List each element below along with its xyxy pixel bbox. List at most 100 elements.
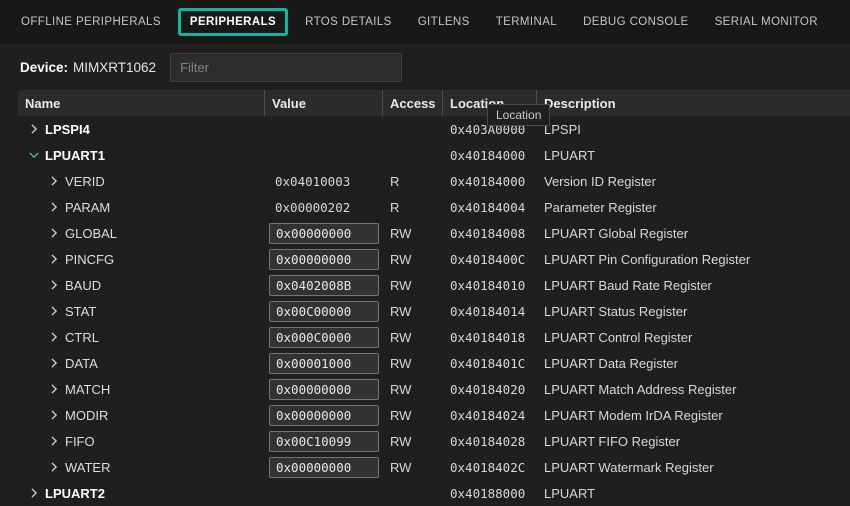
tab-rtos-details[interactable]: RTOS DETAILS [292, 8, 405, 36]
location-cell: 0x40184014 [443, 304, 537, 319]
value-cell: 0x00000000 [265, 249, 383, 270]
value-input[interactable]: 0x00C10099 [269, 431, 379, 452]
register-row[interactable]: BAUD 0x0402008B RW 0x40184010 LPUART Bau… [18, 272, 850, 298]
value-cell: 0x00C00000 [265, 301, 383, 322]
table-header: Name Value Access Location Description [18, 90, 850, 116]
register-row[interactable]: LPSPI4 0x403A0000 LPSPI [18, 116, 850, 142]
tab-debug-console[interactable]: DEBUG CONSOLE [570, 8, 702, 36]
column-header-access[interactable]: Access [383, 90, 443, 116]
register-row[interactable]: MATCH 0x00000000 RW 0x40184020 LPUART Ma… [18, 376, 850, 402]
access-cell: R [383, 200, 443, 215]
value-input[interactable]: 0x00000000 [269, 405, 379, 426]
value-input[interactable]: 0x00000000 [269, 379, 379, 400]
chevron-right-icon[interactable] [46, 251, 62, 267]
register-name: LPUART2 [45, 486, 105, 501]
location-cell: 0x40184018 [443, 330, 537, 345]
register-row[interactable]: PINCFG 0x00000000 RW 0x4018400C LPUART P… [18, 246, 850, 272]
register-name: GLOBAL [65, 226, 117, 241]
location-cell: 0x40188000 [443, 486, 537, 501]
register-row[interactable]: STAT 0x00C00000 RW 0x40184014 LPUART Sta… [18, 298, 850, 324]
chevron-right-icon[interactable] [26, 121, 42, 137]
register-row[interactable]: MODIR 0x00000000 RW 0x40184024 LPUART Mo… [18, 402, 850, 428]
register-name: CTRL [65, 330, 99, 345]
description-cell: LPSPI [537, 122, 850, 137]
description-cell: LPUART [537, 148, 850, 163]
chevron-right-icon[interactable] [46, 225, 62, 241]
chevron-right-icon[interactable] [46, 199, 62, 215]
register-row[interactable]: FIFO 0x00C10099 RW 0x40184028 LPUART FIF… [18, 428, 850, 454]
register-name: LPSPI4 [45, 122, 90, 137]
tab-serial-monitor[interactable]: SERIAL MONITOR [702, 8, 831, 36]
chevron-right-icon[interactable] [26, 485, 42, 501]
value-cell: 0x00000000 [265, 457, 383, 478]
register-row[interactable]: DATA 0x00001000 RW 0x4018401C LPUART Dat… [18, 350, 850, 376]
value-input[interactable]: 0x00C00000 [269, 301, 379, 322]
value-input[interactable]: 0x000C0000 [269, 327, 379, 348]
description-cell: LPUART Modem IrDA Register [537, 408, 850, 423]
register-row[interactable]: CTRL 0x000C0000 RW 0x40184018 LPUART Con… [18, 324, 850, 350]
filter-input[interactable] [170, 53, 402, 82]
chevron-right-icon[interactable] [46, 277, 62, 293]
tab-offline-peripherals[interactable]: OFFLINE PERIPHERALS [8, 8, 174, 36]
register-name: DATA [65, 356, 98, 371]
chevron-right-icon[interactable] [46, 355, 62, 371]
panel-tab-bar: OFFLINE PERIPHERALS PERIPHERALS RTOS DET… [0, 0, 850, 44]
description-cell: LPUART Match Address Register [537, 382, 850, 397]
column-header-value[interactable]: Value [265, 90, 383, 116]
register-name: VERID [65, 174, 105, 189]
register-row[interactable]: WATER 0x00000000 RW 0x4018402C LPUART Wa… [18, 454, 850, 480]
location-tooltip: Location [487, 104, 550, 126]
value-cell: 0x00000202 [265, 200, 383, 215]
description-cell: LPUART Watermark Register [537, 460, 850, 475]
description-cell: LPUART Status Register [537, 304, 850, 319]
register-name: MODIR [65, 408, 108, 423]
access-cell: RW [383, 382, 443, 397]
tab-terminal[interactable]: TERMINAL [483, 8, 570, 36]
chevron-right-icon[interactable] [46, 433, 62, 449]
location-cell: 0x40184008 [443, 226, 537, 241]
value-input[interactable]: 0x00000000 [269, 457, 379, 478]
register-row[interactable]: PARAM 0x00000202 R 0x40184004 Parameter … [18, 194, 850, 220]
table-body: LPSPI4 0x403A0000 LPSPI LPUART1 0x401840… [18, 116, 850, 506]
register-row[interactable]: GLOBAL 0x00000000 RW 0x40184008 LPUART G… [18, 220, 850, 246]
register-name: WATER [65, 460, 111, 475]
chevron-right-icon[interactable] [46, 329, 62, 345]
register-name: LPUART1 [45, 148, 105, 163]
column-header-name[interactable]: Name [18, 90, 265, 116]
register-table: Name Value Access Location Description L… [18, 90, 850, 506]
register-name: PARAM [65, 200, 110, 215]
chevron-right-icon[interactable] [46, 459, 62, 475]
register-name: BAUD [65, 278, 101, 293]
device-toolbar: Device: MIMXRT1062 [0, 44, 850, 90]
chevron-right-icon[interactable] [46, 173, 62, 189]
access-cell: RW [383, 304, 443, 319]
value-cell: 0x00001000 [265, 353, 383, 374]
tab-gitlens[interactable]: GITLENS [405, 8, 483, 36]
chevron-down-icon[interactable] [26, 147, 42, 163]
access-cell: RW [383, 408, 443, 423]
location-cell: 0x40184000 [443, 148, 537, 163]
location-cell: 0x40184024 [443, 408, 537, 423]
chevron-right-icon[interactable] [46, 407, 62, 423]
value-input[interactable]: 0x00000000 [269, 249, 379, 270]
access-cell: RW [383, 226, 443, 241]
access-cell: RW [383, 356, 443, 371]
chevron-right-icon[interactable] [46, 381, 62, 397]
column-header-description[interactable]: Description [537, 90, 850, 116]
value-cell: 0x00C10099 [265, 431, 383, 452]
register-row[interactable]: VERID 0x04010003 R 0x40184000 Version ID… [18, 168, 850, 194]
value-text: 0x04010003 [267, 174, 350, 189]
description-cell: Parameter Register [537, 200, 850, 215]
value-cell: 0x000C0000 [265, 327, 383, 348]
access-cell: RW [383, 330, 443, 345]
value-cell: 0x00000000 [265, 405, 383, 426]
tab-peripherals[interactable]: PERIPHERALS [178, 8, 288, 36]
value-input[interactable]: 0x0402008B [269, 275, 379, 296]
value-input[interactable]: 0x00000000 [269, 223, 379, 244]
description-cell: LPUART Global Register [537, 226, 850, 241]
register-row[interactable]: LPUART1 0x40184000 LPUART [18, 142, 850, 168]
location-cell: 0x4018401C [443, 356, 537, 371]
access-cell: RW [383, 252, 443, 267]
chevron-right-icon[interactable] [46, 303, 62, 319]
value-input[interactable]: 0x00001000 [269, 353, 379, 374]
